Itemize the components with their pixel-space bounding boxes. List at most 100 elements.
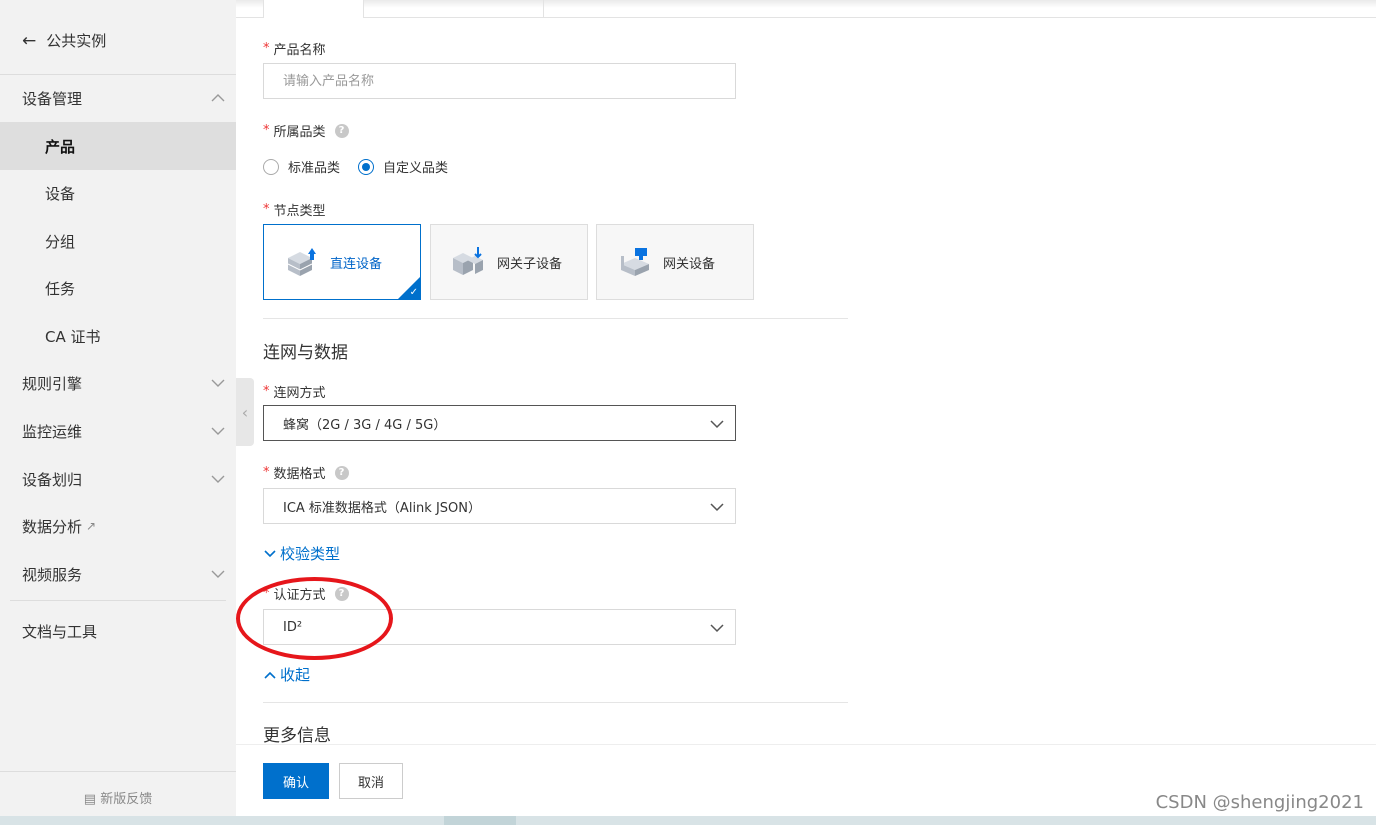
- watermark: CSDN @shengjing2021: [1155, 792, 1364, 813]
- section-divider: [263, 702, 848, 703]
- sidebar-item-label: 设备划归: [22, 470, 83, 489]
- required-mark: *: [263, 41, 270, 56]
- chevron-up-icon: [264, 671, 276, 679]
- card-label: 直连设备: [330, 256, 383, 272]
- sidebar-item-docs-tools[interactable]: 文档与工具: [0, 607, 236, 655]
- network-label: * 连网方式: [263, 382, 326, 401]
- sidebar: ← 公共实例 设备管理 产品 设备 分组 任务 CA 证书 规则引擎 监控运维 …: [0, 0, 236, 825]
- chevron-down-icon: [264, 549, 276, 557]
- confirm-button[interactable]: 确认: [263, 763, 329, 799]
- category-label: * 所属品类 ?: [263, 121, 349, 140]
- radio-custom-category[interactable]: [358, 158, 375, 175]
- radio-label: 标准品类: [288, 161, 341, 176]
- radio-standard-category[interactable]: [263, 158, 279, 175]
- feedback-link[interactable]: ▤ 新版反馈: [0, 788, 236, 807]
- select-value: 蜂窝（2G / 3G / 4G / 5G）: [283, 417, 447, 433]
- tab-active[interactable]: [263, 0, 364, 18]
- sidebar-item-label: 数据分析: [22, 517, 83, 536]
- help-icon[interactable]: ?: [334, 465, 349, 480]
- sidebar-item-label: 规则引擎: [22, 374, 83, 393]
- toggle-label: 校验类型: [280, 545, 341, 563]
- label-text: 节点类型: [273, 204, 326, 219]
- node-card-gateway-subdevice[interactable]: 网关子设备: [430, 224, 588, 300]
- category-radio-group: 标准品类 自定义品类: [263, 157, 466, 176]
- required-mark: *: [263, 465, 270, 480]
- sidebar-item-label: 文档与工具: [22, 622, 98, 641]
- tab-inactive[interactable]: [364, 0, 544, 18]
- node-card-direct-device[interactable]: 直连设备 ✓: [263, 224, 421, 300]
- chevron-down-icon: [710, 420, 724, 429]
- sidebar-item-device-assign[interactable]: 设备划归: [0, 455, 236, 503]
- sidebar-item-label: CA 证书: [45, 327, 101, 346]
- sidebar-item-device[interactable]: 设备: [0, 169, 236, 217]
- back-link[interactable]: ← 公共实例: [22, 30, 106, 51]
- sidebar-item-monitoring[interactable]: 监控运维: [0, 407, 236, 455]
- scrollbar-thumb[interactable]: [444, 816, 516, 825]
- chevron-down-icon: [210, 423, 226, 439]
- sidebar-item-task[interactable]: 任务: [0, 264, 236, 312]
- annotation-circle: [236, 577, 393, 660]
- sidebar-item-device-management[interactable]: 设备管理: [0, 74, 236, 122]
- chevron-up-icon: [210, 90, 226, 106]
- data-format-select[interactable]: ICA 标准数据格式（Alink JSON）: [263, 488, 736, 524]
- select-value: ICA 标准数据格式（Alink JSON）: [283, 500, 481, 516]
- arrow-left-icon: ←: [22, 30, 37, 51]
- direct-device-icon: [287, 248, 316, 276]
- toggle-label: 收起: [280, 666, 311, 684]
- sidebar-item-data-analysis[interactable]: 数据分析 ↗: [0, 502, 236, 550]
- chevron-down-icon: [210, 566, 226, 582]
- divider: [10, 600, 226, 601]
- sidebar-collapse-handle[interactable]: ‹: [236, 378, 254, 446]
- chevron-down-icon: [710, 503, 724, 512]
- sidebar-item-ca-cert[interactable]: CA 证书: [0, 312, 236, 360]
- sidebar-item-label: 任务: [45, 279, 76, 298]
- product-name-input[interactable]: [263, 63, 736, 99]
- product-name-label: * 产品名称: [263, 39, 326, 58]
- collapse-toggle[interactable]: 收起: [263, 664, 310, 685]
- label-text: 所属品类: [273, 125, 326, 140]
- sidebar-item-product[interactable]: 产品: [0, 122, 236, 170]
- card-label: 网关子设备: [497, 256, 563, 272]
- sidebar-item-label: 设备管理: [22, 89, 83, 108]
- check-icon: ✓: [409, 287, 418, 298]
- sidebar-item-label: 监控运维: [22, 422, 83, 441]
- more-info-section-title: 更多信息: [263, 726, 331, 746]
- gateway-subdevice-icon: [453, 247, 483, 275]
- sidebar-item-label: 分组: [45, 232, 76, 251]
- chevron-down-icon: [710, 624, 724, 633]
- chevron-left-icon: ‹: [241, 402, 249, 422]
- label-text: 连网方式: [273, 386, 326, 401]
- sidebar-item-video[interactable]: 视频服务: [0, 550, 236, 598]
- bottom-scrollbar[interactable]: [0, 816, 1376, 825]
- label-text: 数据格式: [273, 467, 326, 482]
- sidebar-item-group[interactable]: 分组: [0, 217, 236, 265]
- back-label: 公共实例: [46, 32, 107, 50]
- required-mark: *: [263, 202, 270, 217]
- cancel-button[interactable]: 取消: [339, 763, 403, 799]
- verify-type-toggle[interactable]: 校验类型: [263, 543, 340, 564]
- tab-strip: [236, 0, 1376, 18]
- chevron-down-icon: [210, 471, 226, 487]
- label-text: 产品名称: [273, 43, 326, 58]
- sidebar-item-label: 产品: [45, 137, 76, 156]
- divider: [0, 771, 236, 772]
- external-link-icon: ↗: [86, 519, 97, 533]
- data-format-label: * 数据格式 ?: [263, 463, 349, 482]
- radio-label: 自定义品类: [383, 161, 449, 176]
- feedback-label: 新版反馈: [100, 792, 153, 807]
- gateway-device-icon: [621, 248, 649, 276]
- required-mark: *: [263, 384, 270, 399]
- network-section-title: 连网与数据: [263, 343, 348, 363]
- node-card-gateway-device[interactable]: 网关设备: [596, 224, 754, 300]
- card-label: 网关设备: [663, 256, 716, 272]
- sidebar-item-label: 视频服务: [22, 565, 83, 584]
- sidebar-item-label: 设备: [45, 184, 76, 203]
- sidebar-item-rule-engine[interactable]: 规则引擎: [0, 359, 236, 407]
- network-select[interactable]: 蜂窝（2G / 3G / 4G / 5G）: [263, 405, 736, 441]
- help-icon[interactable]: ?: [334, 123, 349, 138]
- feedback-icon: ▤: [83, 792, 101, 807]
- node-type-label: * 节点类型: [263, 200, 326, 219]
- chevron-down-icon: [210, 375, 226, 391]
- required-mark: *: [263, 123, 270, 138]
- section-divider: [263, 318, 848, 319]
